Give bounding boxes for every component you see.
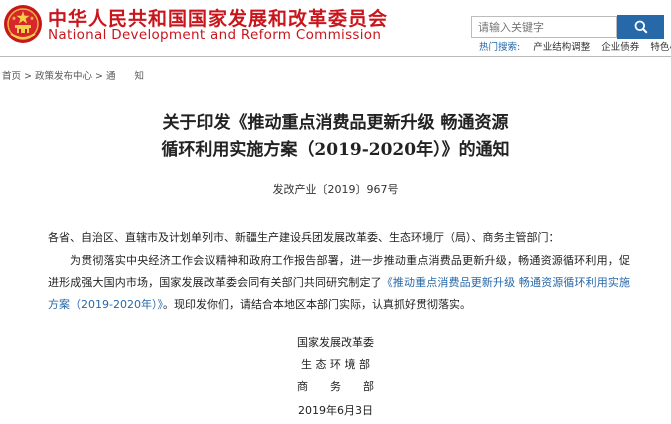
breadcrumb-home[interactable]: 首页 bbox=[2, 71, 21, 82]
signature-org: 国家发展改革委 bbox=[297, 336, 374, 349]
document-number: 发改产业〔2019〕967号 bbox=[272, 183, 399, 196]
document-addressee: 各省、自治区、直辖市及计划单列市、新疆生产建设兵团发展改革委、生态环境厅（局）、… bbox=[48, 231, 560, 244]
search-input[interactable] bbox=[471, 16, 617, 38]
signature-org: 商 务 部 bbox=[297, 380, 374, 393]
document-title-line: 关于印发《推动重点消费品更新升级 畅通资源 bbox=[162, 113, 509, 133]
breadcrumb: 首页 > 政策发布中心 > 通 知 bbox=[2, 68, 144, 82]
breadcrumb-policy-center[interactable]: 政策发布中心 bbox=[35, 71, 92, 82]
document-title: 关于印发《推动重点消费品更新升级 畅通资源 循环利用实施方案（2019-2020… bbox=[0, 110, 671, 164]
document-title-line: 循环利用实施方案（2019-2020年）》的通知 bbox=[161, 140, 510, 160]
document-body: 为贯彻落实中央经济工作会议精神和政府工作报告部署，进一步推动重点消费品更新升级，… bbox=[48, 250, 630, 316]
national-emblem-icon[interactable] bbox=[3, 4, 43, 44]
signature-date: 2019年6月3日 bbox=[298, 404, 373, 417]
hot-search-link[interactable]: 产业结构调整 bbox=[533, 42, 590, 53]
body-text: 。现印发你们，请结合本地区本部门实际，认真抓好贯彻落实。 bbox=[162, 298, 471, 311]
site-header: 中华人民共和国国家发展和改革委员会 National Development a… bbox=[0, 0, 671, 56]
breadcrumb-separator: > bbox=[24, 71, 32, 82]
hot-search: 热门搜索: 产业结构调整 企业债券 特色小镇 bbox=[479, 39, 671, 53]
signature-org: 生 态 环 境 部 bbox=[301, 358, 370, 371]
hot-search-link[interactable]: 企业债券 bbox=[601, 42, 639, 53]
header-divider bbox=[0, 56, 671, 57]
breadcrumb-separator: > bbox=[95, 71, 103, 82]
breadcrumb-notice[interactable]: 通 知 bbox=[106, 71, 144, 82]
hot-search-link[interactable]: 特色小镇 bbox=[650, 42, 671, 53]
search-button[interactable] bbox=[617, 15, 664, 39]
search-icon bbox=[634, 20, 648, 34]
hot-search-label: 热门搜索: bbox=[479, 42, 521, 53]
site-name-en[interactable]: National Development and Reform Commissi… bbox=[48, 27, 381, 43]
